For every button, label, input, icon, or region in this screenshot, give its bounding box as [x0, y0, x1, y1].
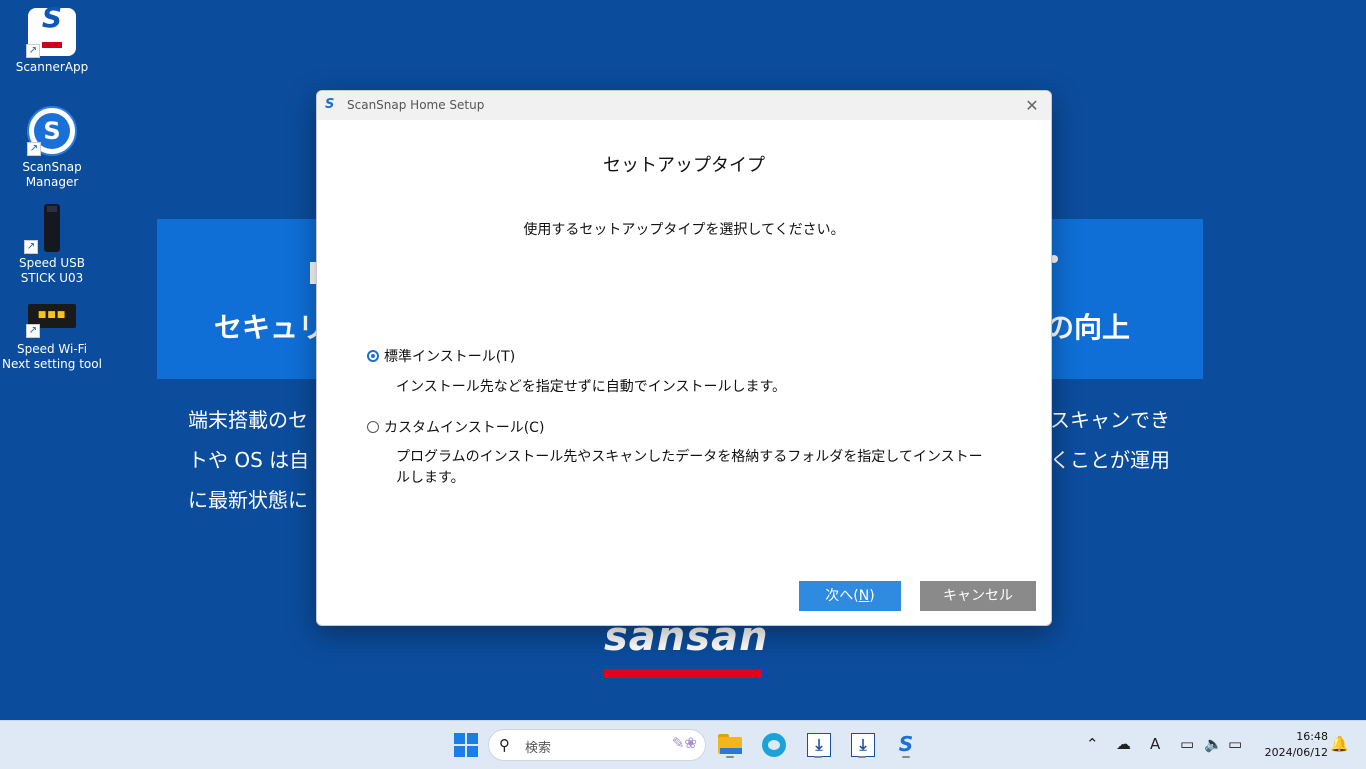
radio-indicator[interactable]: [367, 421, 379, 433]
desktop-icon-label: ScannerApp: [15, 60, 89, 74]
radio-standard-install[interactable]: 標準インストール(T): [367, 346, 515, 366]
page-subtitle: 使用するセットアップタイプを選択してください。: [523, 222, 845, 238]
desktop-icon-usb-stick[interactable]: ↗ Speed USB STICK U03: [2, 204, 102, 286]
shortcut-arrow-icon: ↗: [26, 324, 40, 338]
dialog-titlebar[interactable]: S ScanSnap Home Setup ✕: [317, 91, 1051, 120]
scansnap-icon: S: [325, 97, 335, 112]
background-banner-text-right: の向上: [1046, 311, 1131, 344]
scansnap-manager-icon: S ↗: [27, 106, 77, 156]
wifi-router-icon: ■■■ ↗: [26, 304, 76, 338]
clock[interactable]: 16:48 2024/06/12: [1258, 729, 1328, 761]
desktop-icon-label: Speed USB STICK U03: [18, 256, 86, 285]
cancel-button[interactable]: キャンセル: [920, 581, 1036, 611]
next-button[interactable]: 次へ(N): [799, 581, 901, 611]
radio-indicator[interactable]: [367, 350, 379, 362]
taskbar: ⚲ 検索 ✎❀ ⤓ ⤓ S ⌃ ☁ A ▭ 🔈 ▭ 16:48 2024/06/…: [0, 720, 1366, 769]
radio-label: カスタムインストール(C): [384, 420, 545, 436]
scanner-app-icon[interactable]: ⤓: [846, 729, 878, 761]
page-title: セットアップタイプ: [603, 155, 765, 176]
search-placeholder: 検索: [525, 741, 552, 756]
ime-indicator[interactable]: A: [1150, 735, 1160, 753]
shortcut-arrow-icon: ↗: [27, 142, 41, 156]
network-icon[interactable]: ▭: [1180, 735, 1194, 753]
chevron-up-icon[interactable]: ⌃: [1086, 735, 1099, 753]
scanner-app-icon[interactable]: ⤓: [802, 729, 834, 761]
background-text: 端末搭載のセ: [188, 408, 308, 432]
desktop-icon-scannerapp[interactable]: S ↗ ScannerApp: [2, 4, 102, 75]
close-button[interactable]: ✕: [1019, 95, 1045, 117]
scannerapp-icon: S ↗: [26, 4, 76, 58]
background-text: スキャンでき: [1050, 408, 1170, 432]
shortcut-arrow-icon: ↗: [24, 240, 38, 254]
option-description: プログラムのインストール先やスキャンしたデータを格納するフォルダを指定してインス…: [396, 449, 983, 486]
background-text: トや OS は自: [188, 448, 310, 472]
usb-stick-icon: ↗: [24, 204, 60, 254]
clock-time: 16:48: [1296, 730, 1328, 743]
search-highlight-icon: ✎❀: [671, 734, 697, 752]
speaker-muted-icon[interactable]: 🔈: [1204, 735, 1223, 753]
dialog-title: ScanSnap Home Setup: [347, 98, 485, 112]
background-text: に最新状態に: [188, 488, 308, 512]
clock-date: 2024/06/12: [1264, 746, 1328, 759]
battery-icon[interactable]: ▭: [1228, 735, 1242, 753]
search-box[interactable]: ⚲ 検索 ✎❀: [488, 729, 706, 761]
notification-bell-icon[interactable]: 🔔: [1330, 735, 1349, 753]
logo-underline: [603, 669, 762, 678]
radio-label: 標準インストール(T): [384, 349, 516, 365]
desktop-icon-label: Speed Wi-Fi Next setting tool: [2, 342, 102, 371]
search-icon: ⚲: [499, 736, 510, 754]
desktop-icon-scansnap-manager[interactable]: S ↗ ScanSnap Manager: [2, 106, 102, 190]
windows-start-icon[interactable]: [450, 729, 482, 761]
desktop-icon-label: ScanSnap Manager: [22, 160, 82, 189]
setup-dialog: S ScanSnap Home Setup ✕ セットアップタイプ 使用するセッ…: [316, 90, 1052, 626]
desktop-icon-wifi-tool[interactable]: ■■■ ↗ Speed Wi-Fi Next setting tool: [2, 304, 102, 372]
radio-custom-install[interactable]: カスタムインストール(C): [367, 417, 544, 437]
background-banner-text-left: セキュリ: [214, 311, 327, 344]
scansnap-icon[interactable]: S: [890, 729, 922, 761]
option-description: インストール先などを指定せずに自動でインストールします。: [396, 379, 787, 395]
background-text: くことが運用: [1050, 448, 1170, 472]
cloud-offline-icon[interactable]: ☁: [1116, 735, 1131, 753]
file-explorer-icon[interactable]: [714, 729, 746, 761]
shortcut-arrow-icon: ↗: [26, 44, 40, 58]
edge-icon[interactable]: [758, 729, 790, 761]
